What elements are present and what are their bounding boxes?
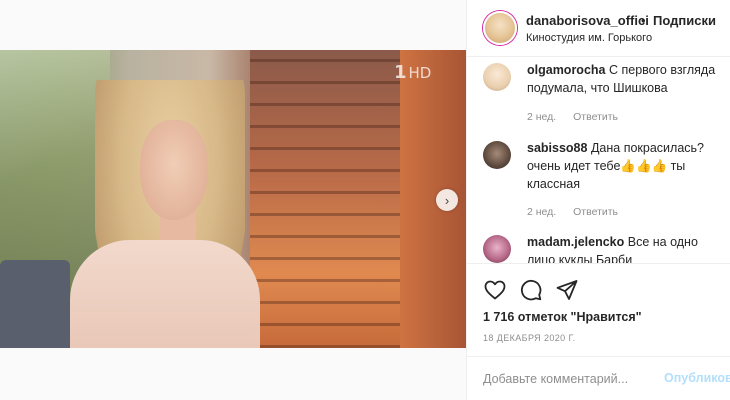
person-body [70, 240, 260, 348]
add-comment-bar: Опубликовать [467, 356, 730, 400]
likes-count[interactable]: 1 716 отметок "Нравится" [483, 310, 642, 324]
person-face [140, 120, 208, 220]
comment-body: sabisso88 Дана покрасилась? очень идет т… [527, 139, 727, 193]
background-brick-wall [250, 50, 400, 348]
comment-username[interactable]: olgamorocha [527, 63, 606, 77]
comment-meta: 2 нед. Ответить [527, 206, 618, 218]
comment-body: madam.jelencko Все на одно лицо куклы Ба… [527, 233, 727, 263]
comment-reply-button[interactable]: Ответить [573, 111, 618, 123]
share-plane-icon[interactable] [555, 278, 579, 302]
comment-bubble-icon[interactable] [519, 278, 543, 302]
following-button[interactable]: Подписки [653, 13, 716, 28]
comment-time[interactable]: 2 нед. [527, 206, 556, 218]
background-sofa [0, 260, 70, 348]
channel-logo: 1 HD [394, 62, 431, 83]
post-media-area: 1 HD › [0, 0, 466, 400]
author-username[interactable]: danaborisova_offici [526, 13, 649, 28]
commenter-avatar[interactable] [483, 63, 511, 91]
post-image[interactable]: 1 HD [0, 50, 466, 348]
author-avatar[interactable] [483, 11, 517, 45]
header-separator: • [641, 13, 646, 28]
post-location[interactable]: Киностудия им. Горького [526, 32, 652, 44]
heart-icon[interactable] [483, 278, 507, 302]
channel-logo-number: 1 [394, 62, 407, 83]
channel-logo-hd: HD [408, 63, 432, 82]
comments-list[interactable]: olgamorocha С первого взгляда подумала, … [467, 57, 730, 263]
comment-username[interactable]: madam.jelencko [527, 235, 624, 249]
comment-username[interactable]: sabisso88 [527, 141, 587, 155]
chevron-right-icon: › [444, 192, 450, 208]
next-slide-button[interactable]: › [436, 189, 458, 211]
post-date[interactable]: 18 ДЕКАБРЯ 2020 Г. [483, 333, 576, 343]
comment-input[interactable] [483, 369, 663, 389]
publish-button[interactable]: Опубликовать [664, 371, 730, 385]
post-side-panel: danaborisova_offici • Подписки Киностуди… [466, 0, 730, 400]
commenter-avatar[interactable] [483, 235, 511, 263]
post-actions: 1 716 отметок "Нравится" 18 ДЕКАБРЯ 2020… [467, 263, 730, 343]
post-header: danaborisova_offici • Подписки Киностуди… [467, 0, 730, 57]
commenter-avatar[interactable] [483, 141, 511, 169]
comment-time[interactable]: 2 нед. [527, 111, 556, 123]
comment-reply-button[interactable]: Ответить [573, 206, 618, 218]
comment-body: olgamorocha С первого взгляда подумала, … [527, 61, 727, 97]
comment-meta: 2 нед. Ответить [527, 111, 618, 123]
